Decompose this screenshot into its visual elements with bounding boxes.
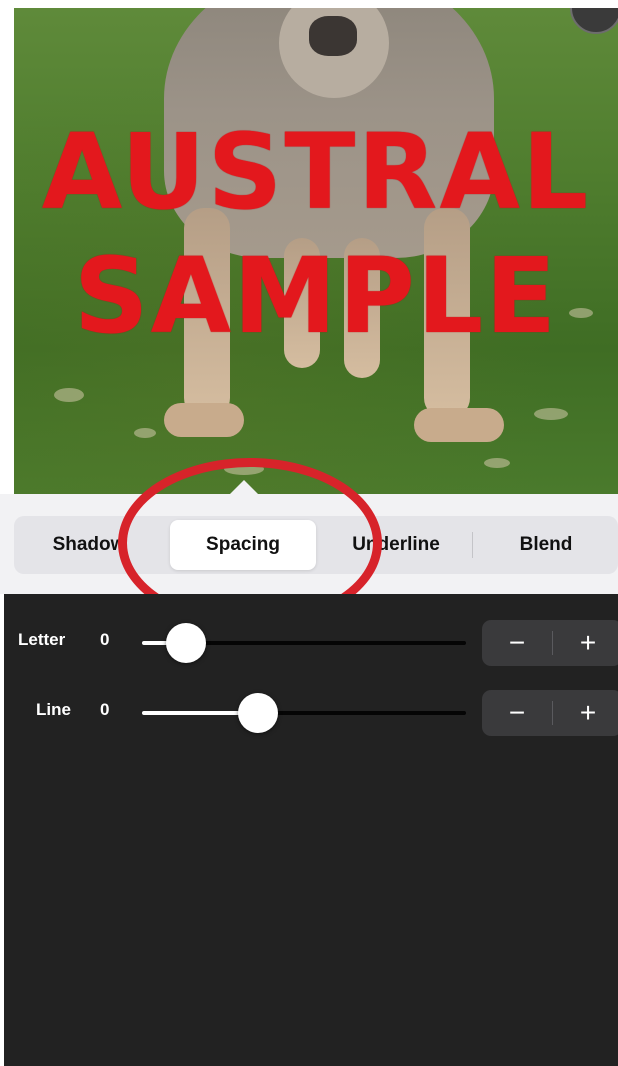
overlay-text-line-2[interactable]: SAMPLE — [14, 244, 618, 348]
letter-spacing-label: Letter — [18, 630, 66, 649]
kangaroo-foot — [414, 408, 504, 442]
kangaroo-nose — [309, 16, 357, 56]
kangaroo-foot — [164, 403, 244, 437]
line-spacing-value: 0 — [100, 700, 110, 719]
tab-divider — [472, 532, 473, 558]
letter-spacing-thumb[interactable] — [166, 623, 206, 663]
letter-spacing-value: 0 — [100, 630, 110, 649]
grass-detail — [484, 458, 510, 468]
photo-canvas[interactable]: AUSTRAL SAMPLE — [14, 8, 618, 494]
plus-icon[interactable]: + — [553, 690, 618, 736]
line-spacing-row: Line 0 − + — [4, 688, 618, 738]
letter-spacing-stepper: − + — [482, 620, 618, 666]
overlay-text-line-1[interactable]: AUSTRAL — [14, 120, 618, 224]
line-spacing-thumb[interactable] — [238, 693, 278, 733]
minus-icon[interactable]: − — [482, 620, 552, 666]
line-spacing-slider[interactable] — [142, 711, 466, 715]
letter-spacing-row: Letter 0 − + — [4, 618, 618, 668]
minus-icon[interactable]: − — [482, 690, 552, 736]
plus-icon[interactable]: + — [553, 620, 618, 666]
spacing-controls-panel: Letter 0 − + Line 0 − + — [4, 594, 618, 1066]
grass-detail — [54, 388, 84, 402]
corner-button[interactable] — [570, 8, 618, 34]
line-spacing-label: Line — [36, 700, 71, 719]
grass-detail — [534, 408, 568, 420]
tab-blend[interactable]: Blend — [474, 520, 618, 570]
line-spacing-stepper: − + — [482, 690, 618, 736]
grass-detail — [134, 428, 156, 438]
